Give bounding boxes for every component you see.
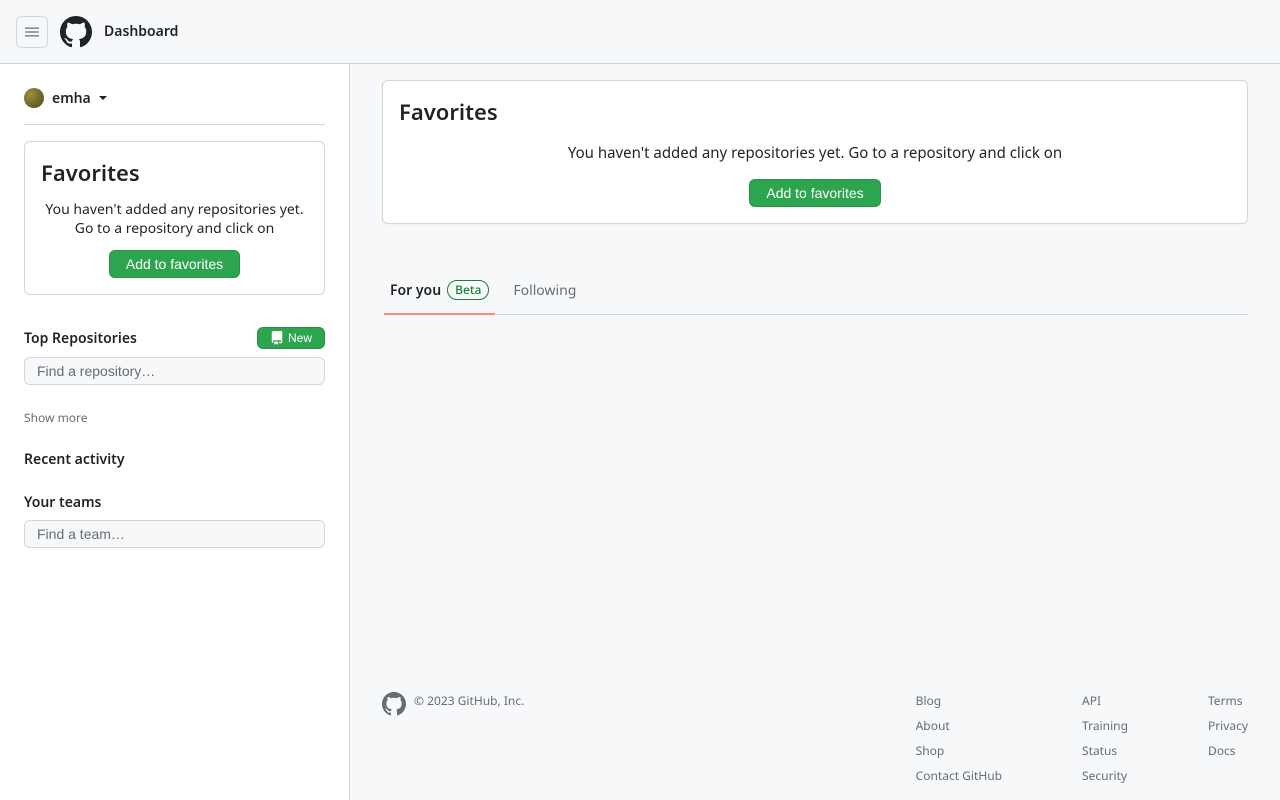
footer-link-security[interactable]: Security: [1082, 767, 1128, 784]
avatar: [24, 88, 44, 108]
sidebar-add-to-favorites-button[interactable]: Add to favorites: [109, 250, 240, 278]
main-favorites-title: Favorites: [399, 97, 1231, 127]
beta-badge: Beta: [447, 280, 489, 300]
user-name: emha: [52, 89, 91, 108]
footer: © 2023 GitHub, Inc. Blog About Shop Cont…: [382, 668, 1248, 800]
main-add-to-favorites-button[interactable]: Add to favorites: [749, 179, 880, 207]
your-teams-title: Your teams: [24, 493, 325, 512]
copyright-text: © 2023 GitHub, Inc.: [414, 692, 524, 709]
footer-link-api[interactable]: API: [1082, 692, 1128, 709]
footer-col-3: Terms Privacy Docs: [1208, 692, 1248, 784]
footer-link-training[interactable]: Training: [1082, 717, 1128, 734]
repo-icon: [270, 331, 284, 345]
github-mark-icon: [60, 16, 92, 48]
footer-link-terms[interactable]: Terms: [1208, 692, 1248, 709]
github-logo[interactable]: [60, 16, 92, 48]
footer-col-2: API Training Status Security: [1082, 692, 1128, 784]
page-title: Dashboard: [104, 22, 178, 41]
main-favorites-message: You haven't added any repositories yet. …: [399, 143, 1231, 163]
footer-link-blog[interactable]: Blog: [916, 692, 1002, 709]
recent-activity-title: Recent activity: [24, 450, 325, 469]
main-favorites-card: Favorites You haven't added any reposito…: [382, 80, 1248, 224]
new-button-label: New: [288, 331, 312, 345]
top-repositories-title: Top Repositories: [24, 329, 137, 348]
footer-col-1: Blog About Shop Contact GitHub: [916, 692, 1002, 784]
hamburger-icon: [24, 24, 40, 40]
sidebar-favorites-title: Favorites: [41, 158, 308, 188]
new-repository-button[interactable]: New: [257, 327, 325, 349]
caret-down-icon: [99, 96, 107, 100]
sidebar-favorites-card: Favorites You haven't added any reposito…: [24, 141, 325, 295]
footer-link-privacy[interactable]: Privacy: [1208, 717, 1248, 734]
tab-for-you[interactable]: For you Beta: [390, 272, 489, 314]
team-search-input[interactable]: [24, 520, 325, 548]
tab-for-you-label: For you: [390, 281, 441, 300]
repository-search-input[interactable]: [24, 357, 325, 385]
show-more-link[interactable]: Show more: [24, 409, 325, 426]
footer-link-about[interactable]: About: [916, 717, 1002, 734]
hamburger-menu-button[interactable]: [16, 16, 48, 48]
footer-link-status[interactable]: Status: [1082, 742, 1128, 759]
footer-link-shop[interactable]: Shop: [916, 742, 1002, 759]
sidebar: emha Favorites You haven't added any rep…: [0, 64, 350, 800]
footer-link-contact[interactable]: Contact GitHub: [916, 767, 1002, 784]
footer-link-docs[interactable]: Docs: [1208, 742, 1248, 759]
feed-tabs: For you Beta Following: [390, 272, 1248, 315]
main-content: Favorites You haven't added any reposito…: [350, 64, 1280, 800]
tab-following[interactable]: Following: [513, 272, 576, 314]
tab-following-label: Following: [513, 281, 576, 300]
app-header: Dashboard: [0, 0, 1280, 64]
github-mark-icon: [382, 692, 406, 716]
user-switcher[interactable]: emha: [24, 88, 325, 125]
sidebar-favorites-message: You haven't added any repositories yet. …: [41, 200, 308, 238]
